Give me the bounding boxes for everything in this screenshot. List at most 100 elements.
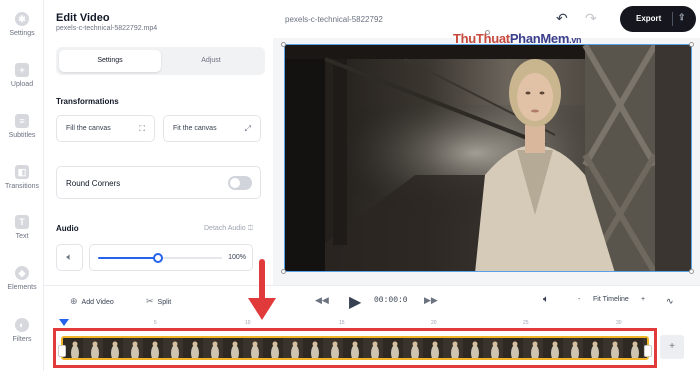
add-track-button[interactable]: + [660, 335, 684, 359]
sidebar-item-label: Subtitles [8, 132, 36, 139]
fill-canvas-button[interactable]: Fill the canvas ⛶ [56, 115, 155, 142]
undo-icon[interactable]: ↶ [556, 10, 568, 27]
clip-thumbnail [63, 338, 83, 358]
clip-thumbnail [503, 338, 523, 358]
resize-handle-bottom-left[interactable] [281, 269, 286, 274]
clip-thumbnail [423, 338, 443, 358]
sidebar-item-upload[interactable]: + Upload [0, 63, 44, 88]
video-preview[interactable] [284, 44, 692, 272]
watermark: ThuThuatPhanMem.vn [453, 31, 582, 46]
clip-thumbnail [83, 338, 103, 358]
clip-thumbnail [563, 338, 583, 358]
watermark-suffix: .vn [569, 35, 582, 45]
sidebar-item-elements[interactable]: ◆ Elements [0, 266, 44, 291]
ruler-tick: 10 [245, 320, 251, 326]
trim-handle-right[interactable] [644, 345, 652, 357]
highlighted-track-region [53, 328, 657, 368]
sidebar-item-label: Filters [12, 336, 32, 343]
clip-thumbnail [283, 338, 303, 358]
sidebar-item-label: Elements [7, 284, 37, 291]
elements-icon: ◆ [15, 266, 29, 280]
clip-thumbnail [623, 338, 643, 358]
play-icon[interactable]: ▶ [349, 292, 361, 312]
trim-handle-left[interactable] [58, 345, 66, 357]
export-button[interactable]: Export ⇪ [620, 6, 696, 32]
split-button[interactable]: ✂ Split [146, 296, 171, 307]
clip-thumbnail [463, 338, 483, 358]
fit-canvas-button[interactable]: Fit the canvas ⤢ [163, 115, 261, 142]
zoom-out-button[interactable]: - [578, 296, 580, 303]
fit-canvas-label: Fit the canvas [173, 125, 217, 132]
tab-adjust[interactable]: Adjust [160, 50, 262, 72]
project-file-name: pexels-c-technical-5822792 [285, 15, 383, 24]
sidebar-item-settings[interactable]: ✱ Settings [0, 12, 44, 37]
resize-handle-top-right[interactable] [689, 42, 694, 47]
clip-thumbnail [263, 338, 283, 358]
round-corners-row: Round Corners [56, 166, 261, 199]
speaker-icon: 🔈︎ [66, 252, 73, 263]
filters-icon: ◐ [15, 318, 29, 332]
ruler-tick: 5 [154, 320, 157, 326]
sidebar-item-filters[interactable]: ◐ Filters [0, 318, 44, 343]
waveform-icon[interactable]: ∿ [666, 296, 674, 307]
add-circle-icon: ⊕ [70, 296, 78, 306]
add-video-button[interactable]: ⊕ Add Video [70, 296, 114, 307]
edit-video-panel: Edit Video pexels-c-technical-5822792.mp… [44, 0, 313, 285]
sidebar-item-text[interactable]: T Text [0, 215, 44, 240]
ruler-tick: 25 [523, 320, 529, 326]
speaker-icon[interactable]: 🔈︎ [543, 294, 549, 305]
clip-thumbnail [103, 338, 123, 358]
export-divider [672, 12, 673, 26]
clip-thumbnail [403, 338, 423, 358]
skip-back-icon[interactable]: ◀◀ [315, 295, 329, 306]
plus-icon: + [15, 63, 29, 77]
app-root: ✱ Settings + Upload ≡ Subtitles ◧ Transi… [0, 0, 700, 371]
resize-handle-bottom-right[interactable] [689, 269, 694, 274]
round-corners-label: Round Corners [66, 179, 121, 188]
export-label: Export [636, 14, 662, 23]
clip-thumbnail [303, 338, 323, 358]
clip-thumbnail [203, 338, 223, 358]
subtitles-icon: ≡ [15, 114, 29, 128]
clip-thumbnail [163, 338, 183, 358]
video-clip-track[interactable] [61, 336, 649, 360]
tab-settings[interactable]: Settings [59, 50, 161, 72]
timeline: 0 5 10 15 20 25 30 + [44, 315, 700, 371]
resize-handle-top-left[interactable] [281, 42, 286, 47]
redo-icon[interactable]: ↷ [585, 10, 597, 27]
transitions-icon: ◧ [15, 165, 29, 179]
zoom-in-button[interactable]: + [641, 296, 645, 303]
clip-thumbnail [483, 338, 503, 358]
volume-slider-handle[interactable] [152, 253, 163, 263]
clip-thumbnail [323, 338, 343, 358]
volume-button[interactable]: 🔈︎ [56, 244, 83, 271]
detach-audio-link[interactable]: Detach Audio ⎅ [204, 225, 253, 233]
panel-title: Edit Video [56, 12, 110, 24]
expand-icon: ⤢ [244, 124, 251, 133]
clip-thumbnail [523, 338, 543, 358]
watermark-part2: PhanMem [509, 31, 570, 46]
split-label: Split [157, 299, 172, 306]
clip-thumbnail [543, 338, 563, 358]
gear-icon: ✱ [15, 12, 29, 26]
sidebar-item-label: Text [15, 233, 29, 240]
round-corners-toggle[interactable] [228, 176, 252, 190]
playback-time: 00:00:0 [374, 296, 408, 305]
sidebar-item-label: Upload [10, 81, 34, 88]
playhead[interactable] [59, 319, 69, 326]
panel-filename: pexels-c-technical-5822792.mp4 [56, 25, 158, 32]
sidebar-item-subtitles[interactable]: ≡ Subtitles [0, 114, 44, 139]
fit-timeline-button[interactable]: Fit Timeline [593, 296, 629, 303]
scissors-icon: ✂ [146, 296, 154, 306]
toggle-knob [230, 178, 240, 188]
watermark-part1: ThuThuat [453, 31, 510, 46]
audio-heading: Audio [56, 224, 79, 233]
ruler-tick: 20 [431, 320, 437, 326]
sidebar-item-transitions[interactable]: ◧ Transitions [0, 165, 44, 190]
skip-forward-icon[interactable]: ▶▶ [424, 295, 438, 306]
timeline-toolbar: ⊕ Add Video ✂ Split ◀◀ ▶ 00:00:0 ▶▶ 🔈︎ - F… [44, 285, 700, 315]
ruler-tick: 30 [616, 320, 622, 326]
sidebar: ✱ Settings + Upload ≡ Subtitles ◧ Transi… [0, 0, 44, 371]
volume-slider-fill [98, 257, 158, 259]
volume-slider[interactable] [98, 253, 222, 263]
